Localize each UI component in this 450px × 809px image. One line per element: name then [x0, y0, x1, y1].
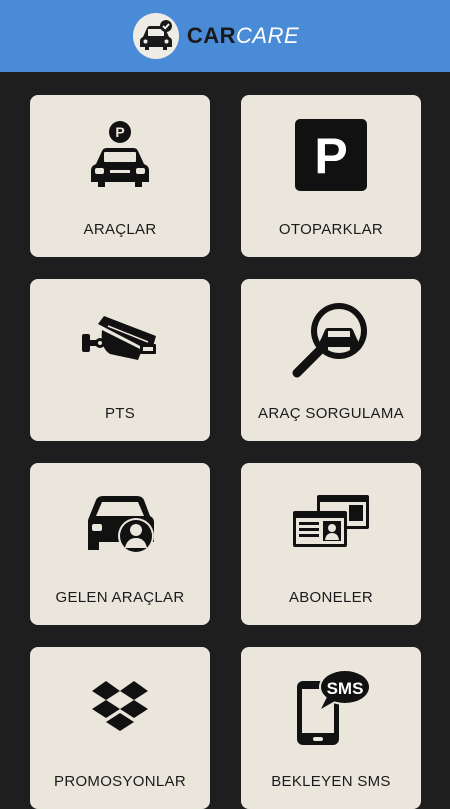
phone-sms-icon: SMS [241, 667, 421, 747]
app-header: CARCARE [0, 0, 450, 72]
parked-car-icon: P [30, 115, 210, 195]
menu-tile-label: BEKLEYEN SMS [271, 773, 391, 790]
menu-tile-label: ARAÇ SORGULAMA [258, 405, 404, 422]
menu-tile-label: OTOPARKLAR [278, 221, 384, 238]
app-logo: CARCARE [132, 13, 299, 59]
parking-sign-letter: P [314, 128, 347, 184]
parking-badge-letter: P [115, 124, 124, 140]
menu-tile-label: GELEN ARAÇLAR [55, 589, 185, 606]
menu-tile-promosyonlar[interactable]: PROMOSYONLAR [30, 647, 210, 809]
menu-tile-label: ARAÇLAR [83, 221, 157, 238]
logo-badge [132, 13, 179, 59]
logo-text-car: CAR [186, 23, 237, 48]
vehicle-search-icon [241, 299, 421, 379]
menu-tile-pts[interactable]: PTS [30, 279, 210, 441]
parking-sign-icon: P [241, 115, 421, 195]
menu-tile-label: PTS [104, 405, 136, 422]
menu-tile-bekleyen-sms[interactable]: SMS BEKLEYEN SMS [241, 647, 421, 809]
menu-tile-aboneler[interactable]: ABONELER [241, 463, 421, 625]
car-check-icon [139, 20, 172, 50]
menu-tile-label: ABONELER [288, 589, 374, 606]
menu-tile-gelen-araclar[interactable]: GELEN ARAÇLAR [30, 463, 210, 625]
logo-text-care: CARE [236, 23, 300, 48]
menu-tile-araclar[interactable]: P ARAÇLAR [30, 95, 210, 257]
logo-text: CARCARE [187, 23, 299, 49]
menu-tile-otoparklar[interactable]: P OTOPARKLAR [241, 95, 421, 257]
menu-tile-arac-sorgulama[interactable]: ARAÇ SORGULAMA [241, 279, 421, 441]
menu-tile-label: PROMOSYONLAR [54, 773, 186, 790]
car-user-icon [30, 483, 210, 563]
security-camera-icon [30, 299, 210, 379]
sms-bubble-text: SMS [327, 679, 364, 698]
id-cards-icon [241, 483, 421, 563]
dropbox-box-icon [30, 667, 210, 747]
